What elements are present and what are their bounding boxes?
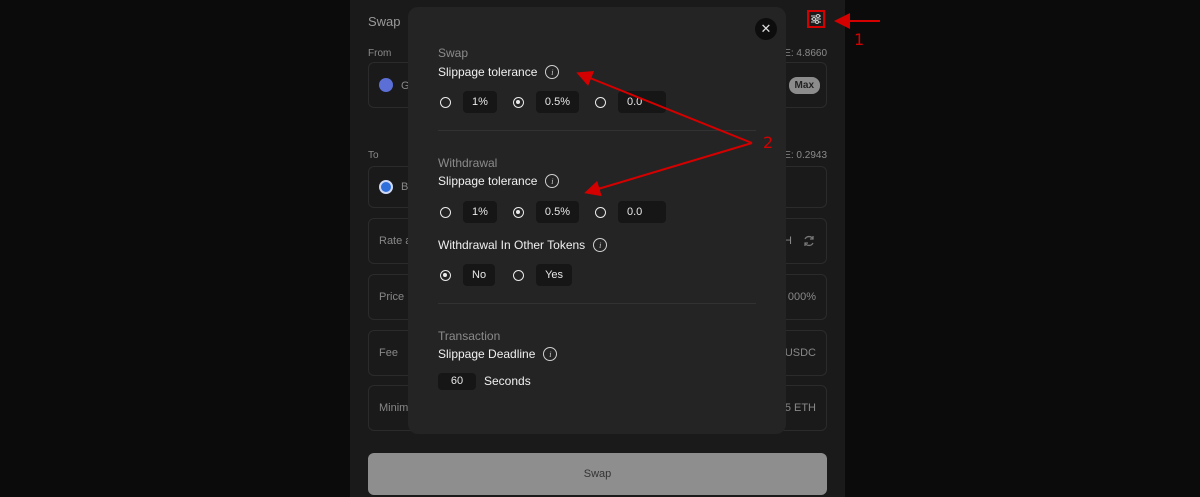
radio-button[interactable]	[594, 206, 606, 218]
to-balance: E: 0.2943	[784, 150, 827, 161]
info-icon[interactable]: i	[593, 238, 608, 252]
swap-slippage-label: Slippage tolerance i	[438, 65, 560, 79]
swap-option-3[interactable]: 0.0	[594, 91, 666, 113]
radio-button-selected[interactable]	[512, 206, 524, 218]
deadline-label: Slippage Deadline i	[438, 347, 558, 361]
close-button[interactable]: ✕	[755, 18, 777, 40]
radio-button-selected[interactable]	[512, 96, 524, 108]
fee-value: USDC	[784, 347, 816, 359]
from-balance: E: 4.8660	[784, 48, 827, 59]
option-chip[interactable]: No	[463, 264, 496, 286]
token-icon	[379, 180, 393, 194]
withdrawal-slippage-text: Slippage tolerance	[438, 174, 538, 188]
radio-button[interactable]	[440, 96, 451, 108]
annotation-marker-2: 2	[763, 133, 774, 152]
swap-slippage-options: 1% 0.5% 0.0	[440, 91, 682, 113]
other-tokens-label: Withdrawal In Other Tokens i	[438, 238, 608, 252]
radio-button[interactable]	[440, 206, 451, 218]
price-impact-label: Price I	[379, 291, 411, 303]
other-tokens-text: Withdrawal In Other Tokens	[438, 238, 586, 252]
fee-label: Fee	[379, 347, 398, 359]
sliders-icon	[811, 14, 821, 24]
rate-label: Rate a	[379, 235, 412, 247]
other-tokens-no[interactable]: No	[440, 264, 496, 286]
minimum-value: 5 ETH	[784, 402, 816, 414]
price-impact-value: 000%	[787, 291, 816, 303]
custom-slippage-input[interactable]: 0.0	[617, 91, 666, 113]
max-button[interactable]: Max	[788, 77, 820, 94]
from-label: From	[368, 48, 392, 59]
eth-token-icon	[379, 78, 393, 92]
annotation-marker-1: 1	[854, 30, 865, 49]
withdrawal-option-1[interactable]: 1%	[440, 201, 497, 223]
option-chip[interactable]: Yes	[536, 264, 573, 286]
divider	[438, 130, 756, 131]
withdrawal-option-2[interactable]: 0.5%	[512, 201, 579, 223]
withdrawal-slippage-label: Slippage tolerance i	[438, 174, 560, 188]
to-label: To	[368, 150, 379, 161]
withdrawal-slippage-options: 1% 0.5% 0.0	[440, 201, 682, 223]
transaction-section-title: Transaction	[438, 329, 501, 343]
info-icon[interactable]: i	[545, 65, 560, 79]
radio-button-selected[interactable]	[440, 269, 451, 281]
minimum-label: Minim	[379, 402, 409, 414]
option-chip[interactable]: 0.5%	[535, 201, 579, 223]
option-chip[interactable]: 1%	[463, 201, 497, 223]
other-tokens-yes[interactable]: Yes	[513, 264, 573, 286]
swap-option-2[interactable]: 0.5%	[512, 91, 579, 113]
other-tokens-options: No Yes	[440, 264, 588, 286]
option-chip[interactable]: 0.5%	[535, 91, 579, 113]
refresh-icon[interactable]	[802, 234, 816, 248]
swap-section-title: Swap	[438, 46, 469, 60]
divider	[438, 303, 756, 304]
deadline-unit: Seconds	[484, 374, 531, 388]
radio-button[interactable]	[594, 96, 606, 108]
settings-button[interactable]	[807, 10, 825, 28]
withdrawal-option-3[interactable]: 0.0	[594, 201, 666, 223]
info-icon[interactable]: i	[545, 174, 560, 188]
option-chip[interactable]: 1%	[463, 91, 497, 113]
close-icon: ✕	[760, 21, 772, 36]
radio-button[interactable]	[513, 269, 525, 281]
swap-option-1[interactable]: 1%	[440, 91, 497, 113]
deadline-input[interactable]: 60	[438, 373, 476, 390]
swap-slippage-text: Slippage tolerance	[438, 65, 538, 79]
deadline-text: Slippage Deadline	[438, 347, 536, 361]
swap-button[interactable]: Swap	[368, 453, 827, 495]
settings-modal: ✕ Swap Slippage tolerance i 1% 0.5% 0.0 …	[408, 7, 786, 434]
info-icon[interactable]: i	[543, 347, 558, 361]
card-title: Swap	[368, 14, 401, 29]
withdrawal-section-title: Withdrawal	[438, 156, 498, 170]
custom-slippage-input[interactable]: 0.0	[617, 201, 666, 223]
